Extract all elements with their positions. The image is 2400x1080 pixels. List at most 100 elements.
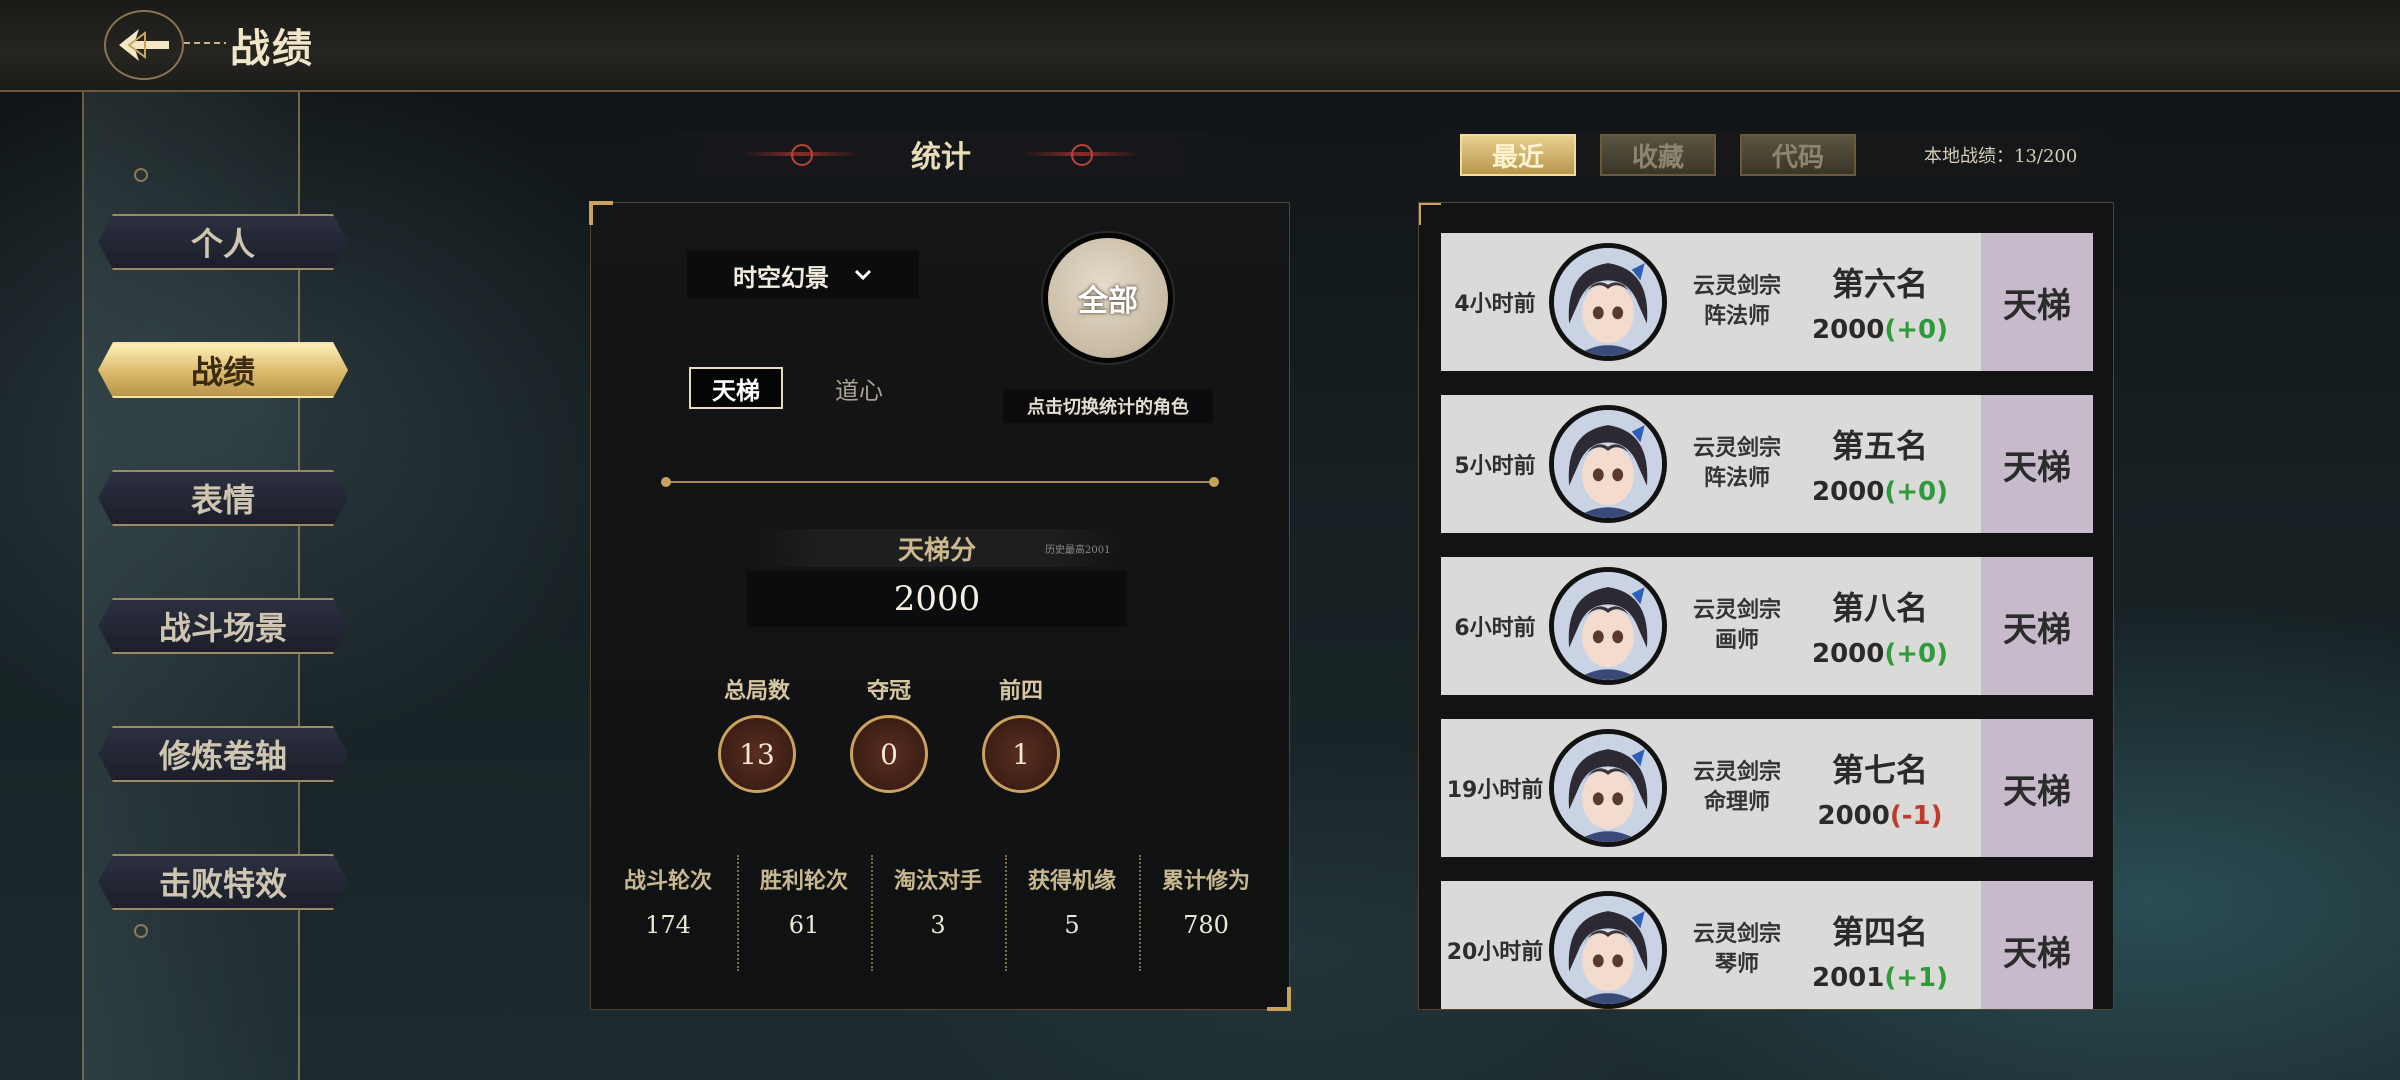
role-select-button[interactable]: 全部 [1043,233,1173,363]
sidebar-item-cultivation-scroll[interactable]: 修炼卷轴 [98,726,348,782]
page-title: 战绩 [230,26,314,72]
record-row[interactable]: 20小时前 云灵剑宗 琴师 第四名 2001(+1) 天梯 [1441,881,2093,1009]
sidebar-item-records[interactable]: 战绩 [98,342,348,398]
tab-daoxin[interactable]: 道心 [817,367,901,409]
rail-ornament-top [134,168,148,182]
character-portrait-icon [1554,896,1662,1004]
eliminated-stat: 淘汰对手 3 [871,863,1005,939]
stat-label: 获得机缘 [1027,869,1116,894]
back-arrow-icon [119,29,169,61]
stat-value: 3 [930,911,946,939]
score-line: 2000(+0) [1812,477,1948,507]
tab-ladder[interactable]: 天梯 [689,367,783,409]
record-time: 19小时前 [1446,778,1544,803]
role-name: 命理师 [1703,790,1770,815]
sidebar-item-defeat-effect[interactable]: 击败特效 [98,854,348,910]
stat-value: 13 [718,715,796,793]
stat-value: 5 [1064,911,1080,939]
school-name: 云灵剑宗 [1692,922,1781,948]
sidebar-item-emotes[interactable]: 表情 [98,470,348,526]
rank-label: 第七名 [1831,751,1928,789]
rail-ornament-bottom [134,924,148,938]
record-row[interactable]: 6小时前 云灵剑宗 画师 第八名 2000(+0) 天梯 [1441,557,2093,695]
rank-label: 第四名 [1831,913,1928,951]
stat-label: 胜利轮次 [759,869,848,894]
score-value: 2000 [1811,477,1885,507]
back-button[interactable] [104,10,184,80]
top-four-stat: 前四 1 [971,673,1071,793]
sidebar-item-personal[interactable]: 个人 [98,214,348,270]
stat-label: 累计修为 [1161,869,1250,894]
record-time: 6小时前 [1454,616,1536,641]
score-line: 2001(+1) [1812,963,1948,993]
character-portrait-icon [1554,734,1662,842]
score-delta: (+0) [1884,315,1949,345]
ladder-score-best: 历史最高2001 [1045,545,1111,556]
record-result: 第四名 2001(+1) [1807,881,1953,1009]
score-value: 2000 [1811,639,1885,669]
score-line: 2000(-1) [1817,801,1942,831]
tab-favorites[interactable]: 收藏 [1600,134,1716,176]
rank-label: 第五名 [1831,427,1928,465]
role-name: 画师 [1714,628,1759,653]
avatar [1549,891,1667,1009]
school-name: 云灵剑宗 [1692,760,1781,786]
character-portrait-icon [1554,248,1662,356]
stat-value: 1 [982,715,1060,793]
score-value: 2000 [1811,315,1885,345]
avatar [1549,243,1667,361]
chevron-down-icon [854,269,872,281]
corner-ornament [1267,987,1291,1011]
rank-label: 第八名 [1831,589,1928,627]
record-row[interactable]: 5小时前 云灵剑宗 阵法师 第五名 2000(+0) 天梯 [1441,395,2093,533]
wins-stat: 夺冠 0 [839,673,939,793]
record-row[interactable]: 19小时前 云灵剑宗 命理师 第七名 2000(-1) 天梯 [1441,719,2093,857]
score-line: 2000(+0) [1812,639,1948,669]
tab-recent[interactable]: 最近 [1460,134,1576,176]
record-school: 云灵剑宗 琴师 [1667,881,1807,1009]
mode-dropdown[interactable]: 时空幻景 [687,251,919,299]
score-line: 2000(+0) [1812,315,1948,345]
ladder-score-value: 2000 [747,571,1127,627]
record-result: 第六名 2000(+0) [1807,233,1953,371]
record-mode: 天梯 [1981,557,2093,695]
stat-value: 780 [1183,911,1229,939]
role-name: 阵法师 [1703,466,1770,491]
record-time: 5小时前 [1454,454,1536,479]
record-time: 20小时前 [1446,940,1544,965]
record-mode: 天梯 [1981,881,2093,1009]
battle-rounds-stat: 战斗轮次 174 [601,863,735,939]
stat-label: 前四 [998,679,1043,704]
record-mode: 天梯 [1981,719,2093,857]
stat-label: 总局数 [723,679,790,704]
character-portrait-icon [1554,572,1662,680]
top-bar: 战绩 [0,0,2400,92]
record-school: 云灵剑宗 阵法师 [1667,233,1807,371]
sidebar-item-battle-scene[interactable]: 战斗场景 [98,598,348,654]
avatar [1549,729,1667,847]
record-school: 云灵剑宗 阵法师 [1667,395,1807,533]
score-delta: (+0) [1884,639,1949,669]
divider [661,477,1219,487]
stat-label: 夺冠 [866,679,911,704]
role-name: 阵法师 [1703,304,1770,329]
record-mode: 天梯 [1981,233,2093,371]
total-games-stat: 总局数 13 [707,673,807,793]
record-result: 第七名 2000(-1) [1807,719,1953,857]
corner-ornament [1419,203,1441,225]
stat-value: 61 [788,911,820,939]
records-list[interactable]: 4小时前 云灵剑宗 阵法师 第六名 2000(+0) 天梯 5小时前 云灵剑宗 … [1418,202,2114,1010]
record-row[interactable]: 4小时前 云灵剑宗 阵法师 第六名 2000(+0) 天梯 [1441,233,2093,371]
role-name: 琴师 [1714,952,1759,977]
tab-code[interactable]: 代码 [1740,134,1856,176]
cultivation-stat: 累计修为 780 [1139,863,1273,939]
won-rounds-stat: 胜利轮次 61 [737,863,871,939]
records-header: 最近 收藏 代码 本地战绩：13/200 [1420,130,2120,178]
avatar [1549,567,1667,685]
score-delta: (-1) [1889,801,1943,831]
rank-label: 第六名 [1831,265,1928,303]
record-mode: 天梯 [1981,395,2093,533]
record-school: 云灵剑宗 画师 [1667,557,1807,695]
stat-label: 战斗轮次 [623,869,712,894]
school-name: 云灵剑宗 [1692,274,1781,300]
